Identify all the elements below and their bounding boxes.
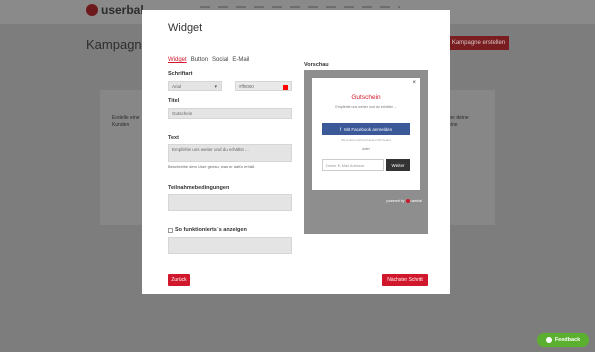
chevron-down-icon: ▾ <box>214 84 217 90</box>
feedback-button[interactable]: Feedback <box>537 333 589 347</box>
email-input[interactable]: Deine E-Mail Adresse <box>322 159 384 171</box>
app-logo[interactable]: userbal <box>86 3 144 17</box>
back-button[interactable]: Zurück <box>168 274 190 286</box>
brand-ball-icon <box>405 199 410 203</box>
text-label: Text <box>168 135 179 141</box>
title-input[interactable]: Gutschein <box>168 108 292 119</box>
widget-modal: Widget Widget Button Social E-Mail Schri… <box>142 10 450 294</box>
app-nav <box>200 6 400 8</box>
color-input-value: #ff0000 <box>239 84 254 89</box>
tab-email[interactable]: E-Mail <box>232 57 249 63</box>
howto-checkbox[interactable] <box>168 227 173 233</box>
preview-panel: × Gutschein Empfehle uns weiter und du e… <box>304 70 428 234</box>
text-area[interactable]: Empfehle uns weiter und du erhältst ... <box>168 144 292 162</box>
submit-button[interactable]: Weiter <box>386 159 410 171</box>
tab-button[interactable]: Button <box>191 57 208 63</box>
terms-area[interactable] <box>168 194 292 211</box>
preview-subtitle: Empfehle uns weiter und du erhältst ... <box>335 105 397 109</box>
facebook-icon: f <box>339 126 342 132</box>
powered-by: powered by userbal <box>386 199 422 203</box>
next-step-button[interactable]: Nächster Schritt <box>382 274 428 286</box>
logo-text: userbal <box>101 3 144 17</box>
color-input[interactable]: #ff0000 <box>235 81 292 91</box>
background-text-left: Erstelle eine Kunden <box>112 115 140 129</box>
terms-label: Teilnahmebedingungen <box>168 185 230 191</box>
facebook-login-button[interactable]: f Mit Facebook anmelden <box>322 123 410 135</box>
font-select-value: Arial <box>172 84 182 89</box>
close-icon[interactable]: × <box>412 80 416 86</box>
font-select[interactable]: Arial ▾ <box>168 81 222 91</box>
howto-toggle[interactable]: So funktionierts´s anzeigen <box>168 227 247 233</box>
feedback-label: Feedback <box>554 337 581 343</box>
title-label: Titel <box>168 98 180 104</box>
howto-label: So funktionierts´s anzeigen <box>175 227 247 233</box>
howto-area[interactable] <box>168 237 292 254</box>
logo-ball-icon <box>86 4 98 16</box>
tab-widget[interactable]: Widget <box>168 57 187 63</box>
powered-brand: userbal <box>410 199 422 203</box>
facebook-login-label: Mit Facebook anmelden <box>344 126 393 132</box>
font-label: Schriftart <box>168 71 193 77</box>
powered-prefix: powered by <box>386 199 405 203</box>
tab-social[interactable]: Social <box>212 57 228 63</box>
preview-popup: × Gutschein Empfehle uns weiter und du e… <box>312 78 420 190</box>
background-text-left-line: Kunden <box>112 122 130 128</box>
preview-title: Gutschein <box>351 94 381 101</box>
preview-label: Vorschau <box>304 62 329 68</box>
text-hint: Beschreibe dem User genau, was er dafür … <box>168 164 256 169</box>
modal-title: Widget <box>168 22 203 34</box>
create-campaign-button[interactable]: Kampagne erstellen <box>448 36 509 50</box>
background-text-left-line: Erstelle eine <box>112 115 140 121</box>
facebook-note: Wir posten nicht auf deiner Pinnwand <box>341 138 391 142</box>
chat-bubble-icon <box>545 337 552 343</box>
or-divider: oder <box>361 146 370 151</box>
widget-tabs: Widget Button Social E-Mail <box>168 57 249 63</box>
color-swatch-icon[interactable] <box>283 85 288 90</box>
